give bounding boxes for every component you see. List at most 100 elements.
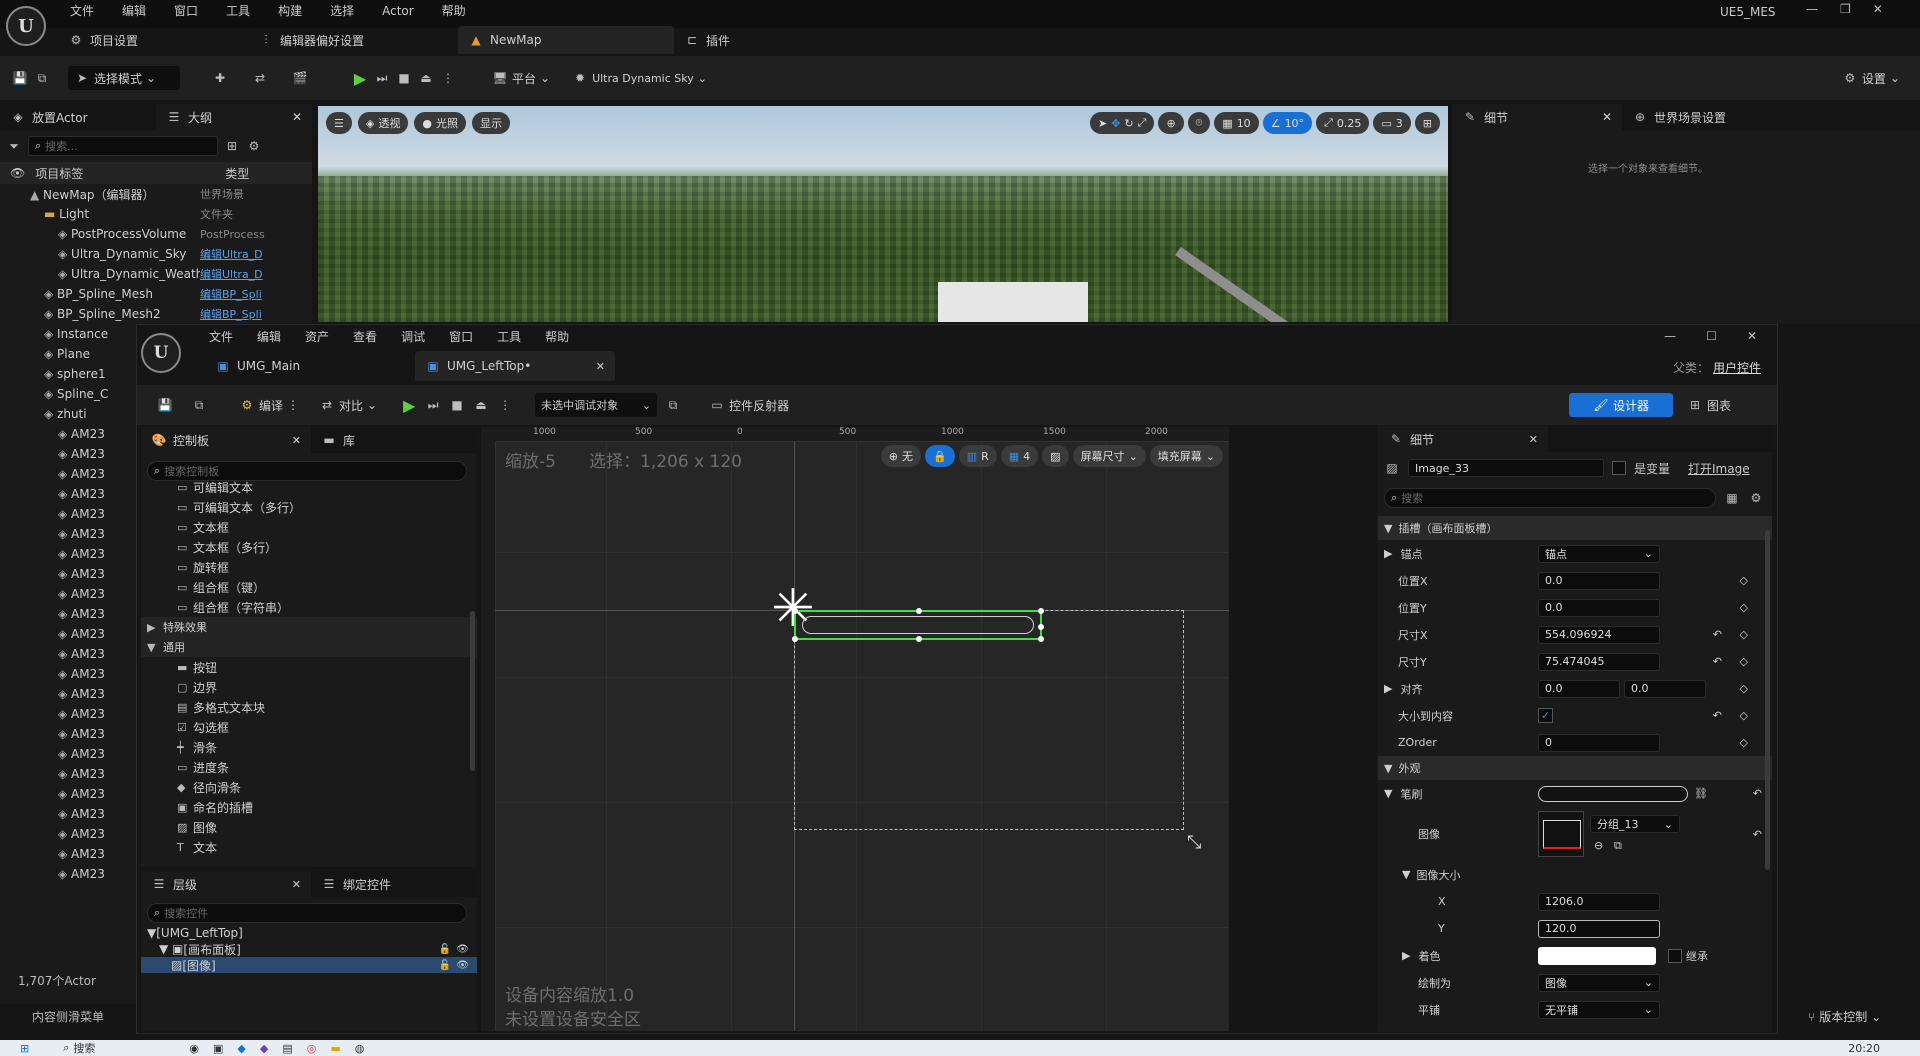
outliner-row[interactable]: ◈ PostProcessVolume PostProcess xyxy=(0,224,312,244)
fill-screen-select[interactable]: 填充屏幕 ⌄ xyxy=(1149,445,1223,467)
zorder-input[interactable]: 0 xyxy=(1538,733,1660,752)
designer-canvas[interactable]: 1000 500 0 500 1000 1500 2000 缩放-5 选择：1,206 x … xyxy=(481,427,1229,1031)
close-icon[interactable]: ✕ xyxy=(292,110,302,124)
keyframe-icon[interactable]: ◇ xyxy=(1740,682,1748,695)
filter-icon[interactable]: ⏷ xyxy=(6,138,22,154)
umg-ue-logo[interactable]: U xyxy=(141,333,181,373)
chevron-right-icon[interactable]: ▶ xyxy=(1384,682,1392,695)
outliner-row-type[interactable]: 编辑BP_Spli xyxy=(200,306,270,322)
reset-icon[interactable]: ↶ xyxy=(1753,787,1762,800)
palette-item[interactable]: ▭ 组合框（字符串） xyxy=(141,597,477,617)
browse-icon[interactable]: ⧉ xyxy=(191,397,207,413)
handle-tl[interactable] xyxy=(792,608,798,614)
menu-item[interactable]: Actor xyxy=(368,0,428,22)
angle-snap-button[interactable]: ∠ 10° xyxy=(1262,112,1313,134)
app-icon[interactable]: ◆ xyxy=(260,1042,268,1055)
debug-target-select[interactable]: 未选中调试对象 ⌄ xyxy=(535,393,658,417)
settings-button[interactable]: ⚙ 设置 ⌄ xyxy=(1836,66,1906,90)
transform-tools[interactable]: ➤ ✥ ↻ ⤢ xyxy=(1089,112,1155,134)
save-icon[interactable]: 💾 xyxy=(12,70,28,86)
version-control-button[interactable]: ⑂ 版本控制 ⌄ xyxy=(1808,1008,1881,1025)
stop-icon[interactable]: ■ xyxy=(449,397,465,413)
keyframe-icon[interactable]: ◇ xyxy=(1740,601,1748,614)
pos-y-input[interactable]: 0.0 xyxy=(1538,598,1660,617)
palette-item[interactable]: ▬ 按钮 xyxy=(141,657,477,677)
appearance-section-header[interactable]: ▼ 外观 xyxy=(1378,756,1772,780)
stop-icon[interactable]: ■ xyxy=(396,70,412,86)
chevron-down-icon[interactable]: ▼ xyxy=(1402,868,1410,881)
level-viewport[interactable]: ☰ ◈ 透视 ● 光照 显示 ➤ ✥ ↻ ⤢ ⊕ ⌾ ▦ 10 ∠ 10° ⤢ 0.25 ▭ 3 … xyxy=(318,106,1448,322)
image-thumbnail[interactable] xyxy=(1538,811,1584,857)
blueprint-icon[interactable]: ⇄ xyxy=(252,70,268,86)
show-button[interactable]: 显示 xyxy=(471,112,510,134)
palette-item[interactable]: ▭ 可编辑文本 xyxy=(141,477,477,497)
visibility-icon[interactable]: 👁 xyxy=(10,166,25,180)
grid-snap-button[interactable]: ▦ 4 xyxy=(1000,445,1039,467)
link-icon[interactable]: ⛓ xyxy=(1694,787,1708,800)
folder-icon[interactable]: ▬ xyxy=(330,1042,340,1055)
launch-icon[interactable]: ⏏ xyxy=(473,397,489,413)
play-icon[interactable]: ▶ xyxy=(352,69,368,88)
tint-color-swatch[interactable] xyxy=(1538,946,1656,965)
tab-bind-widgets[interactable]: ☰ 绑定控件 xyxy=(311,871,451,897)
outliner-row[interactable]: ◈ Ultra_Dynamic_Sky 编辑Ultra_D xyxy=(0,244,312,264)
palette-item[interactable]: ▭ 可编辑文本（多行） xyxy=(141,497,477,517)
tab-hierarchy[interactable]: ☰ 层级 ✕ xyxy=(141,871,311,897)
gear-icon[interactable]: ⚙ xyxy=(1748,490,1764,506)
layout-button[interactable]: ⊞ xyxy=(1414,112,1440,134)
is-variable-checkbox[interactable] xyxy=(1612,461,1626,475)
reset-icon[interactable]: ↶ xyxy=(1753,828,1762,841)
hierarchy-row[interactable]: ▼ [UMG_LeftTop] xyxy=(141,925,477,941)
palette-category[interactable]: ▼ 通用 xyxy=(141,637,477,657)
tab-palette[interactable]: 🎨 控制板 ✕ xyxy=(141,427,311,453)
palette-item[interactable]: ▨ 图像 xyxy=(141,817,477,837)
content-drawer-button[interactable]: 内容侧滑菜单 xyxy=(32,1008,104,1025)
lock-icon[interactable]: 🔓 xyxy=(439,944,451,955)
folder-add-icon[interactable]: ⊞ xyxy=(224,138,240,154)
palette-item[interactable]: ▢ 边界 xyxy=(141,677,477,697)
hierarchy-search-input[interactable]: ⌕ 搜索控件 xyxy=(147,903,467,923)
lock-icon[interactable]: 🔓 xyxy=(439,960,451,971)
palette-item[interactable]: ▭ 文本框 xyxy=(141,517,477,537)
keyframe-icon[interactable]: ◇ xyxy=(1740,574,1748,587)
reset-icon[interactable]: ↶ xyxy=(1713,655,1722,668)
app-icon[interactable]: ▣ xyxy=(213,1042,223,1055)
umg-menu-item[interactable]: 文件 xyxy=(197,325,245,349)
localize-button[interactable]: ⊕ 无 xyxy=(880,445,921,467)
outliner-row[interactable]: ▬ Light 文件夹 xyxy=(0,204,312,224)
keyframe-icon[interactable]: ◇ xyxy=(1740,736,1748,749)
align-y-input[interactable]: 0.0 xyxy=(1624,679,1706,698)
more-icon[interactable]: ⋮ xyxy=(497,397,513,413)
scale-snap-button[interactable]: ⤢ 0.25 xyxy=(1316,112,1370,134)
size-x-input[interactable]: 554.096924 xyxy=(1538,625,1660,644)
restore-icon[interactable]: ❐ xyxy=(1840,2,1851,16)
minimize-icon[interactable]: — xyxy=(1664,329,1676,343)
selected-image-widget[interactable] xyxy=(792,608,1044,642)
open-image-link[interactable]: 打开Image xyxy=(1688,460,1750,477)
save-icon[interactable]: 💾 xyxy=(157,397,173,413)
image-asset-select[interactable]: 分组_13 ⌄ xyxy=(1590,815,1680,833)
outliner-row-type[interactable]: 编辑Ultra_D xyxy=(200,246,270,262)
brush-preview[interactable] xyxy=(1538,785,1688,802)
handle-bl[interactable] xyxy=(792,636,798,642)
handle-mr[interactable] xyxy=(1038,624,1044,630)
outliner-row-type[interactable]: 编辑Ultra_D xyxy=(200,266,270,282)
outliner-row[interactable]: ◈ BP_Spline_Mesh2 编辑BP_Spli xyxy=(0,304,312,324)
keyframe-icon[interactable]: ◇ xyxy=(1740,655,1748,668)
menu-item[interactable]: 选择 xyxy=(316,0,368,22)
debug-icon[interactable]: ⧉ xyxy=(665,397,681,413)
close-icon[interactable]: ✕ xyxy=(1602,110,1612,124)
outliner-row[interactable]: ◈ Ultra_Dynamic_Weath 编辑Ultra_D xyxy=(0,264,312,284)
tab-world-settings[interactable]: ⊕ 世界场景设置 xyxy=(1622,104,1822,130)
keyframe-icon[interactable]: ◇ xyxy=(1740,709,1748,722)
palette-item[interactable]: T 文本 xyxy=(141,837,477,857)
unreal-icon[interactable]: ◍ xyxy=(355,1042,365,1055)
palette-item[interactable]: ▭ 进度条 xyxy=(141,757,477,777)
preview-toggle[interactable]: ▨ xyxy=(1042,445,1069,467)
select-mode-button[interactable]: ➤ 选择模式 ⌄ xyxy=(68,66,180,90)
hierarchy-row[interactable]: ▼ ▣ [画布面板] 🔓 👁 xyxy=(141,941,477,957)
palette-category[interactable]: ▶ 特殊效果 xyxy=(141,617,477,637)
tab-newmap[interactable]: ▲ NewMap xyxy=(458,26,674,54)
col-label[interactable]: 项目标签 xyxy=(35,165,225,182)
tiling-select[interactable]: 无平铺 ⌄ xyxy=(1538,1000,1660,1019)
